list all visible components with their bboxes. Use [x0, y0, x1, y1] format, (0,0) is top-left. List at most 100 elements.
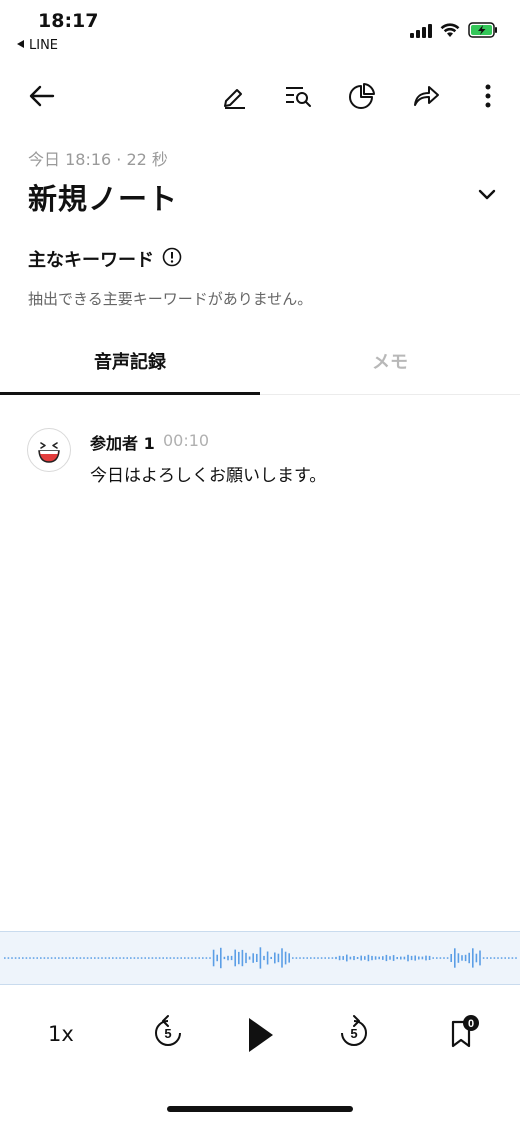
- waveform-bar: [205, 957, 208, 959]
- waveform-bar: [140, 957, 143, 959]
- waveform-bar: [504, 957, 506, 959]
- waveform-bar: [252, 953, 254, 963]
- waveform-bar: [212, 949, 215, 967]
- waveform-bar: [317, 957, 319, 959]
- waveform-bar: [338, 955, 341, 961]
- waveform-bar: [472, 948, 474, 968]
- waveform-bar: [371, 955, 373, 961]
- waveform-bar: [216, 954, 218, 962]
- forward-seconds: 5: [350, 1026, 357, 1041]
- waveform-bar: [324, 957, 326, 959]
- avatar: [27, 428, 71, 472]
- waveform-bar: [144, 957, 146, 959]
- search-transcript-icon[interactable]: [280, 78, 316, 114]
- rewind-icon: 5: [155, 1015, 181, 1046]
- waveform-bar: [220, 947, 222, 969]
- waveform-bar: [396, 957, 398, 960]
- back-arrow-icon[interactable]: [24, 78, 60, 114]
- forward-5-button[interactable]: 5: [334, 1010, 374, 1054]
- waveform-bar: [227, 955, 229, 961]
- waveform-bar: [497, 957, 499, 959]
- laughing-face-icon: [38, 442, 60, 463]
- back-to-app-link[interactable]: LINE: [16, 38, 58, 53]
- chevron-down-icon[interactable]: [472, 180, 502, 210]
- speaker-timestamp[interactable]: 00:10: [163, 431, 209, 450]
- waveform-bar: [346, 954, 348, 962]
- playback-speed-button[interactable]: 1x: [48, 1022, 74, 1046]
- waveform-bar: [389, 956, 391, 960]
- waveform-bar: [342, 956, 344, 960]
- tab-active-indicator: [0, 392, 260, 395]
- waveform-bar: [302, 957, 305, 959]
- waveform-bar: [461, 955, 463, 961]
- waveform-bar: [11, 957, 13, 959]
- waveform-bar: [14, 957, 17, 959]
- play-icon: [249, 1018, 273, 1052]
- waveform-bar: [378, 956, 380, 960]
- waveform-bar: [162, 957, 164, 959]
- signal-icon: [410, 23, 432, 42]
- wifi-icon: [440, 22, 460, 42]
- waveform-bar: [158, 957, 161, 959]
- tab-memo[interactable]: メモ: [260, 348, 520, 374]
- waveform-bar: [248, 956, 251, 960]
- waveform-bar: [349, 956, 352, 960]
- play-button[interactable]: [240, 1010, 280, 1060]
- audio-waveform[interactable]: [0, 931, 520, 985]
- waveform-bar: [432, 957, 434, 959]
- note-meta: 今日 18:16 · 22 秒: [28, 150, 168, 169]
- tab-voice-record[interactable]: 音声記録: [0, 348, 260, 374]
- waveform-bar: [184, 957, 186, 959]
- waveform-bar: [238, 951, 240, 965]
- waveform-bar: [223, 956, 226, 960]
- waveform-bar: [173, 957, 175, 959]
- waveform-bar: [18, 957, 20, 959]
- waveform-bar: [374, 956, 377, 960]
- waveform-bar: [47, 957, 49, 959]
- waveform-bar: [482, 957, 485, 959]
- waveform-bar: [72, 957, 74, 959]
- waveform-bar: [392, 955, 395, 961]
- waveform-bar: [86, 957, 89, 959]
- waveform-bar: [367, 954, 370, 962]
- rewind-5-button[interactable]: 5: [148, 1010, 188, 1054]
- waveform-bar: [490, 957, 492, 959]
- waveform-bar: [421, 956, 424, 960]
- waveform-bar: [407, 954, 409, 962]
- keywords-title: 主なキーワード: [28, 250, 154, 271]
- waveform-bar: [180, 957, 182, 959]
- waveform-bar: [364, 956, 366, 960]
- info-icon[interactable]: [162, 247, 182, 272]
- waveform-bar: [40, 957, 42, 959]
- note-title[interactable]: 新規ノート: [28, 176, 178, 218]
- edit-icon[interactable]: [216, 78, 252, 114]
- more-icon[interactable]: [470, 78, 506, 114]
- bookmark-button[interactable]: 0: [444, 1010, 484, 1054]
- waveform-bar: [382, 956, 384, 960]
- waveform-bar: [32, 957, 35, 959]
- waveform-bar: [202, 957, 204, 959]
- waveform-bar: [479, 950, 481, 966]
- waveform-bar: [281, 948, 283, 968]
- waveform-bar: [313, 957, 316, 959]
- waveform-bar: [356, 957, 359, 959]
- home-indicator: [167, 1106, 353, 1112]
- waveform-bar: [403, 956, 406, 960]
- waveform-bar: [245, 952, 247, 964]
- waveform-bar: [209, 957, 211, 959]
- waveform-bar: [112, 957, 114, 959]
- waveform-bar: [133, 957, 136, 959]
- waveform-bar: [295, 957, 298, 959]
- waveform-bar: [43, 957, 46, 959]
- waveform-bar: [256, 953, 258, 962]
- utterance-text[interactable]: 今日はよろしくお願いします。: [90, 461, 326, 486]
- waveform-bar: [428, 955, 431, 960]
- waveform-bar: [122, 957, 125, 959]
- share-icon[interactable]: [408, 78, 444, 114]
- waveform-bar: [464, 954, 467, 962]
- summary-chart-icon[interactable]: [344, 78, 380, 114]
- forward-icon: 5: [341, 1015, 367, 1046]
- waveform-bar: [169, 957, 172, 959]
- waveform-bar: [263, 955, 265, 961]
- waveform-bar: [176, 957, 179, 959]
